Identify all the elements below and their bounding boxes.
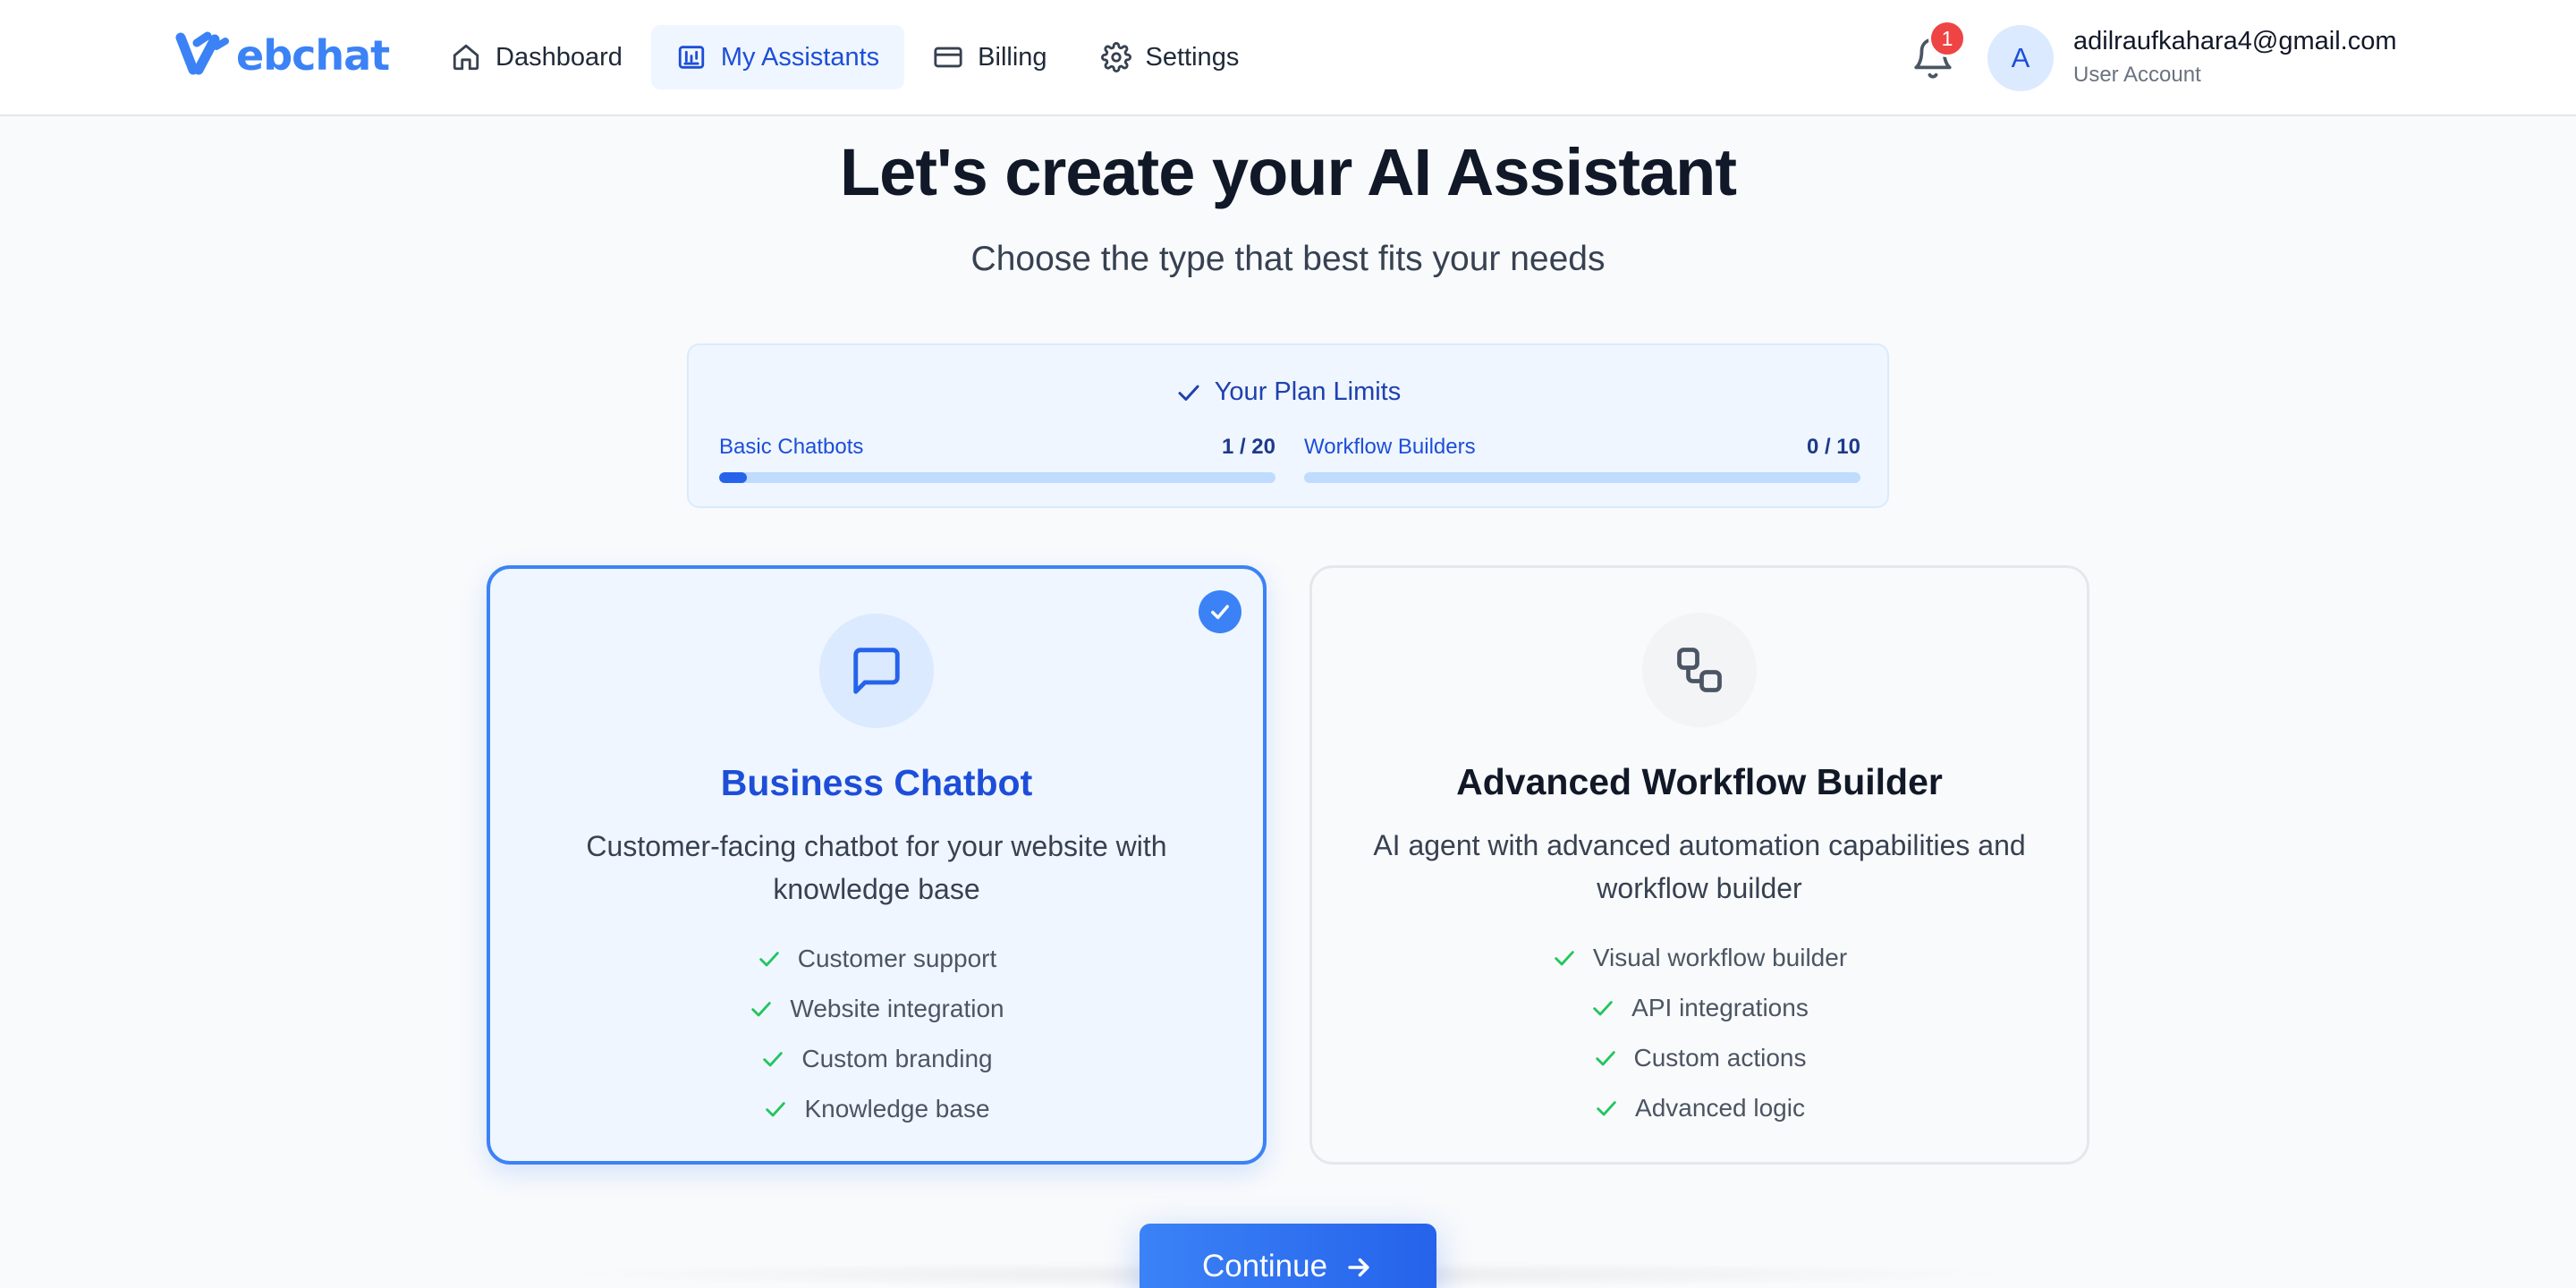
gear-icon bbox=[1100, 42, 1131, 72]
feature-list: Visual workflow builder API integrations… bbox=[1312, 933, 2087, 1133]
assistant-type-card-business-chatbot[interactable]: Business Chatbot Customer-facing chatbot… bbox=[487, 565, 1267, 1165]
nav-item-settings[interactable]: Settings bbox=[1076, 25, 1265, 89]
card-icon-wrapper bbox=[1642, 613, 1757, 727]
check-icon bbox=[1593, 1001, 1613, 1016]
nav-label-dashboard: Dashboard bbox=[496, 42, 623, 72]
limit-count: 0 / 10 bbox=[1806, 435, 1860, 459]
feature-list: Customer support Website integration Cus… bbox=[490, 934, 1263, 1134]
main-nav: Dashboard My Assistants Billing Settings bbox=[426, 25, 1267, 89]
feature-item: Custom actions bbox=[1312, 1033, 2087, 1083]
feature-label: Visual workflow builder bbox=[1592, 944, 1848, 971]
top-navigation-bar: ebchat Dashboard My Assistants Billing S… bbox=[0, 0, 2576, 116]
check-icon bbox=[1555, 951, 1574, 966]
avatar[interactable]: A bbox=[1987, 25, 2054, 91]
user-role: User Account bbox=[2073, 63, 2201, 87]
feature-label: Customer support bbox=[797, 945, 997, 972]
nav-label-billing: Billing bbox=[978, 42, 1047, 72]
card-icon-wrapper bbox=[819, 614, 934, 728]
assistant-type-card-workflow-builder[interactable]: Advanced Workflow Builder AI agent with … bbox=[1309, 565, 2089, 1165]
check-icon bbox=[766, 1102, 786, 1117]
continue-button[interactable]: Continue bbox=[1140, 1224, 1436, 1288]
nav-item-dashboard[interactable]: Dashboard bbox=[426, 25, 648, 89]
selected-check-badge bbox=[1199, 590, 1241, 633]
card-description: AI agent with advanced automation capabi… bbox=[1373, 829, 2026, 904]
limit-progress-track bbox=[1304, 472, 1860, 483]
check-icon bbox=[1178, 385, 1199, 401]
assistant-icon bbox=[678, 46, 705, 69]
nav-item-billing[interactable]: Billing bbox=[908, 25, 1072, 89]
limit-basic-chatbots: Basic Chatbots 1 / 20 bbox=[719, 435, 1275, 483]
logo[interactable]: ebchat bbox=[175, 30, 390, 80]
home-icon bbox=[453, 44, 479, 71]
limit-progress-fill bbox=[719, 472, 748, 483]
feature-item: Advanced logic bbox=[1312, 1083, 2087, 1133]
nav-label-my-assistants: My Assistants bbox=[720, 42, 880, 72]
plan-limits-header: Your Plan Limits bbox=[689, 377, 1887, 407]
page-title: Let's create your AI Assistant bbox=[839, 135, 1737, 209]
logo-text: ebchat bbox=[236, 31, 390, 80]
user-email[interactable]: adilraufkahara4@gmail.com bbox=[2073, 27, 2397, 56]
credit-card-icon bbox=[934, 47, 962, 68]
page-subtitle: Choose the type that best fits your need… bbox=[970, 240, 1606, 278]
feature-item: Visual workflow builder bbox=[1312, 933, 2087, 983]
logo-mark-icon bbox=[175, 31, 229, 75]
limit-count: 1 / 20 bbox=[1221, 435, 1275, 459]
limit-label: Basic Chatbots bbox=[719, 435, 864, 459]
feature-item: Website integration bbox=[490, 984, 1263, 1034]
notification-count-badge: 1 bbox=[1928, 20, 1966, 57]
feature-label: Knowledge base bbox=[804, 1095, 990, 1123]
check-icon bbox=[758, 952, 779, 967]
nav-item-my-assistants[interactable]: My Assistants bbox=[650, 25, 905, 89]
card-title: Advanced Workflow Builder bbox=[1456, 761, 1943, 802]
plan-limits-title: Your Plan Limits bbox=[1214, 377, 1402, 406]
chat-bubble-icon bbox=[853, 648, 900, 694]
limit-workflow-builders: Workflow Builders 0 / 10 bbox=[1304, 435, 1860, 483]
check-icon bbox=[1595, 1051, 1615, 1066]
feature-label: Advanced logic bbox=[1635, 1094, 1805, 1122]
feature-label: Website integration bbox=[790, 995, 1004, 1022]
card-description: Customer-facing chatbot for your website… bbox=[586, 830, 1167, 905]
check-icon bbox=[763, 1052, 784, 1067]
feature-item: Knowledge base bbox=[490, 1084, 1263, 1134]
arrow-right-icon bbox=[1348, 1258, 1369, 1277]
feature-item: API integrations bbox=[1312, 983, 2087, 1033]
limit-label: Workflow Builders bbox=[1304, 435, 1476, 459]
nav-label-settings: Settings bbox=[1145, 42, 1240, 72]
check-icon bbox=[1211, 605, 1229, 620]
continue-label: Continue bbox=[1201, 1249, 1328, 1284]
feature-label: API integrations bbox=[1631, 994, 1809, 1021]
feature-label: Custom branding bbox=[801, 1045, 993, 1072]
card-title: Business Chatbot bbox=[720, 762, 1033, 803]
feature-label: Custom actions bbox=[1633, 1044, 1807, 1072]
feature-item: Custom branding bbox=[490, 1034, 1263, 1084]
feature-item: Customer support bbox=[490, 934, 1263, 984]
plan-limits-panel: Your Plan Limits Basic Chatbots 1 / 20 W… bbox=[687, 343, 1889, 508]
check-icon bbox=[751, 1002, 772, 1017]
workflow-icon bbox=[1677, 648, 1722, 692]
check-icon bbox=[1597, 1101, 1616, 1116]
limit-progress-track bbox=[719, 472, 1275, 483]
